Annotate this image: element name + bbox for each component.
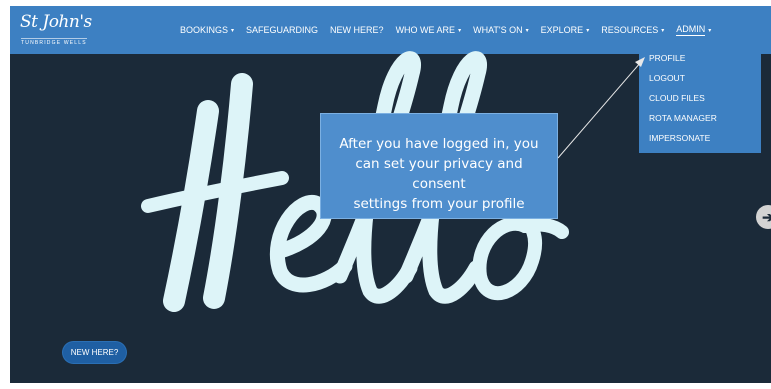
menu-item-profile[interactable]: PROFILE [649, 53, 685, 63]
menu-item-cloud-files[interactable]: CLOUD FILES [649, 93, 705, 103]
nav-item-new-here[interactable]: NEW HERE? [330, 25, 384, 35]
nav-label: NEW HERE? [330, 25, 384, 35]
nav-item-explore[interactable]: EXPLORE ▾ [541, 25, 590, 35]
caret-down-icon: ▾ [586, 27, 590, 34]
logo-script-text: St John's [20, 12, 92, 32]
arrow-right-circle-icon[interactable]: ➔ [756, 205, 771, 229]
caret-down-icon: ▾ [525, 27, 529, 34]
nav-item-whats-on[interactable]: WHAT'S ON ▾ [473, 25, 529, 35]
callout-line-1: After you have logged in, you [339, 136, 539, 152]
callout-line-3: settings from your profile [353, 196, 525, 212]
nav-item-who-we-are[interactable]: WHO WE ARE ▾ [396, 25, 462, 35]
nav-label: BOOKINGS [180, 25, 229, 35]
nav-label: SAFEGUARDING [246, 25, 319, 35]
caret-down-icon: ▾ [458, 27, 462, 34]
nav-item-resources[interactable]: RESOURCES ▾ [601, 25, 664, 35]
nav-item-bookings[interactable]: BOOKINGS ▾ [180, 25, 234, 35]
caret-down-icon: ▾ [661, 27, 665, 34]
nav-label: EXPLORE [540, 25, 584, 35]
logo-subtitle: TUNBRIDGE WELLS [21, 38, 87, 46]
screenshot-frame: St John's TUNBRIDGE WELLS BOOKINGS ▾ SAF… [10, 6, 771, 383]
new-here-button[interactable]: NEW HERE? [63, 342, 126, 363]
callout-line-2: can set your privacy and consent [355, 156, 523, 192]
menu-item-logout[interactable]: LOGOUT [649, 73, 685, 83]
caret-down-icon: ▾ [231, 27, 235, 34]
nav-item-safeguarding[interactable]: SAFEGUARDING [246, 25, 318, 35]
nav-label: WHO WE ARE [395, 25, 456, 35]
caret-down-icon: ▾ [708, 27, 712, 34]
admin-dropdown-menu: PROFILE LOGOUT CLOUD FILES ROTA MANAGER … [639, 48, 761, 153]
nav-label: ADMIN [676, 24, 706, 36]
site-logo[interactable]: St John's TUNBRIDGE WELLS [20, 12, 92, 48]
menu-item-rota-manager[interactable]: ROTA MANAGER [649, 113, 717, 123]
nav-item-admin[interactable]: ADMIN ▾ [676, 24, 711, 36]
menu-item-impersonate[interactable]: IMPERSONATE [649, 133, 710, 143]
instruction-callout: After you have logged in, you can set yo… [320, 113, 558, 219]
nav-label: RESOURCES [601, 25, 659, 35]
nav-label: WHAT'S ON [473, 25, 523, 35]
